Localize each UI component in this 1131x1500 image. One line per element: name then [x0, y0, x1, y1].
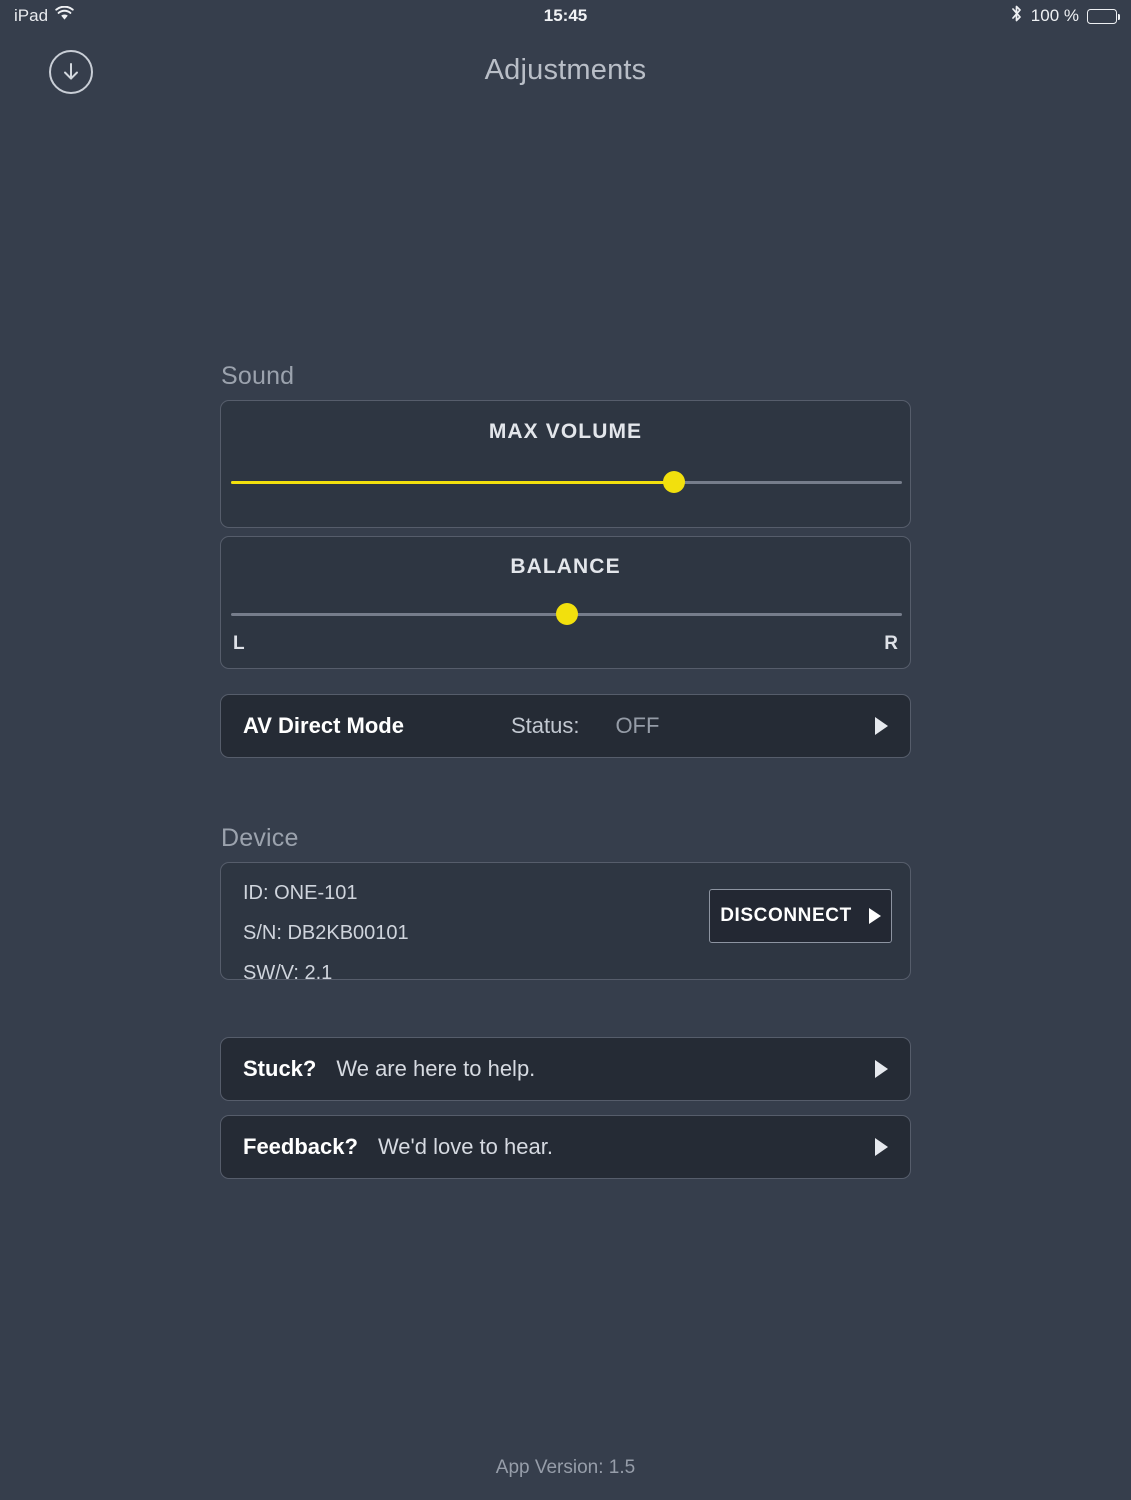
section-heading-device: Device	[221, 824, 299, 852]
max-volume-track-fill	[231, 481, 674, 484]
av-direct-mode-row-inner[interactable]: AV Direct Mode Status: OFF	[221, 695, 910, 757]
max-volume-thumb[interactable]	[662, 471, 685, 493]
nav-bar: Adjustments	[0, 40, 1131, 106]
max-volume-label: MAX VOLUME	[488, 420, 643, 443]
status-bar-time: 15:45	[543, 6, 588, 25]
balance-right-label: R	[884, 633, 898, 654]
av-direct-mode-label: AV Direct Mode	[243, 713, 404, 738]
status-bar-left: iPad	[14, 5, 74, 26]
balance-left-label: L	[233, 633, 245, 654]
triangle-right-icon	[868, 908, 881, 924]
app-screen: iPad 15:45 100 % Adjustments Sound MAX V…	[0, 0, 1131, 1500]
balance-thumb[interactable]	[555, 603, 578, 625]
page-title: Adjustments	[484, 54, 647, 86]
av-direct-mode-status-key: Status:	[510, 713, 580, 738]
chevron-right-icon	[875, 1060, 888, 1078]
wifi-icon	[55, 5, 74, 26]
device-serial-number: S/N: DB2KB00101	[243, 922, 409, 944]
device-label: iPad	[14, 6, 49, 25]
help-row-inner[interactable]: Stuck? We are here to help.	[221, 1038, 910, 1100]
feedback-row-subtitle: We'd love to hear.	[377, 1134, 553, 1159]
disconnect-button[interactable]: DISCONNECT	[709, 889, 892, 943]
help-row-title: Stuck?	[243, 1056, 317, 1081]
status-bar: iPad 15:45 100 %	[0, 0, 1131, 32]
av-direct-mode-row[interactable]: AV Direct Mode Status: OFF	[220, 694, 911, 758]
section-heading-sound: Sound	[221, 362, 295, 390]
battery-full-icon	[1087, 8, 1121, 24]
help-row[interactable]: Stuck? We are here to help.	[220, 1037, 911, 1101]
balance-card: BALANCE L R	[220, 536, 911, 669]
feedback-row-title: Feedback?	[243, 1134, 358, 1159]
help-row-subtitle: We are here to help.	[336, 1056, 536, 1081]
device-info-lines: ID: ONE-101 S/N: DB2KB00101 SW/V: 2.1	[243, 882, 409, 985]
max-volume-card: MAX VOLUME	[220, 400, 911, 528]
chevron-right-icon	[875, 1138, 888, 1156]
max-volume-slider[interactable]	[231, 471, 902, 493]
device-software-version: SW/V: 2.1	[243, 962, 333, 984]
chevron-right-icon	[875, 717, 888, 735]
disconnect-button-label: DISCONNECT	[720, 905, 852, 926]
app-version-label: App Version: 1.5	[495, 1457, 636, 1478]
device-info-card: ID: ONE-101 S/N: DB2KB00101 SW/V: 2.1 DI…	[220, 862, 911, 984]
status-bar-right: 100 %	[1010, 4, 1121, 28]
bluetooth-icon	[1010, 4, 1023, 28]
device-id: ID: ONE-101	[243, 882, 358, 904]
balance-label: BALANCE	[510, 555, 621, 578]
feedback-row-inner[interactable]: Feedback? We'd love to hear.	[221, 1116, 910, 1178]
av-direct-mode-status-value: OFF	[615, 713, 660, 738]
feedback-row[interactable]: Feedback? We'd love to hear.	[220, 1115, 911, 1179]
battery-percent-label: 100 %	[1030, 6, 1079, 25]
balance-slider[interactable]	[231, 603, 902, 625]
